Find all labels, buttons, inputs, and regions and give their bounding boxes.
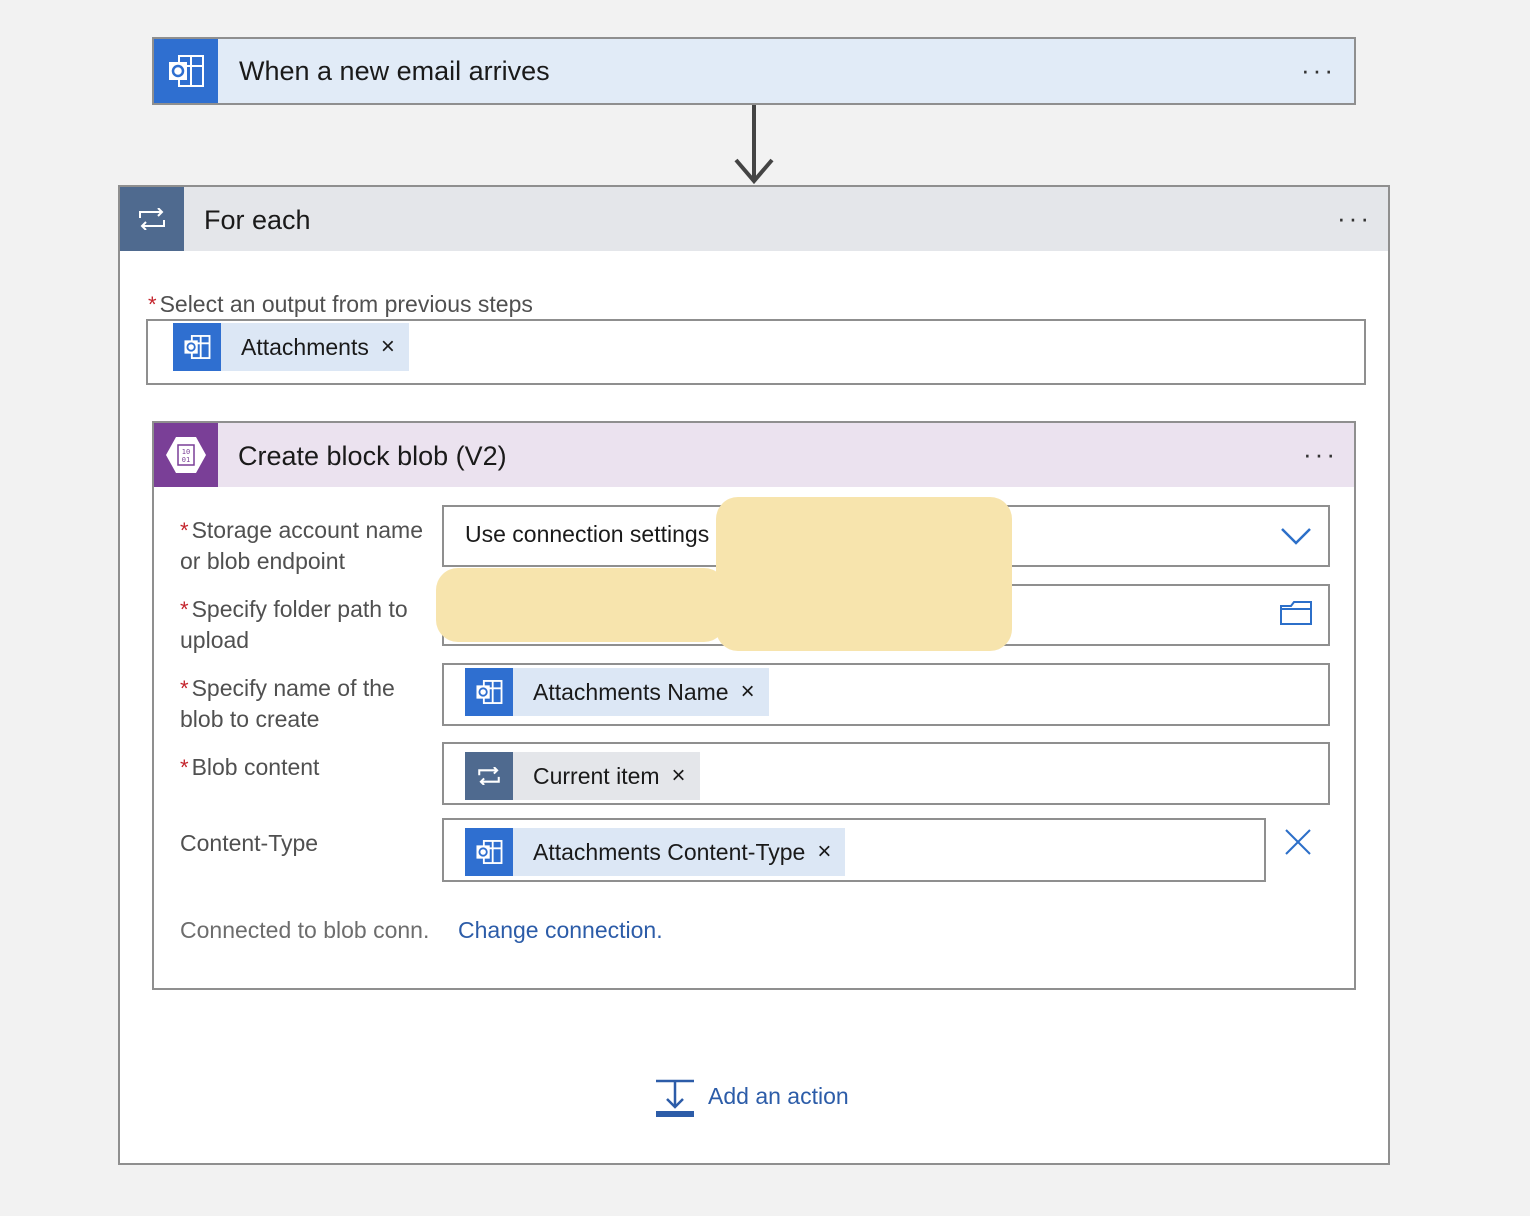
trigger-title: When a new email arrives bbox=[239, 56, 550, 86]
remove-token-button[interactable]: × bbox=[369, 335, 409, 359]
trigger-card[interactable]: When a new email arrives ··· bbox=[152, 37, 1356, 105]
storage-account-value: Use connection settings bbox=[465, 521, 710, 547]
remove-token-button[interactable]: × bbox=[805, 840, 845, 864]
add-action-button[interactable]: Add an action bbox=[654, 1075, 874, 1119]
trigger-more-button[interactable]: ··· bbox=[1301, 57, 1336, 83]
attachments-content-type-token[interactable]: Attachments Content-Type × bbox=[465, 828, 846, 876]
loop-icon bbox=[120, 187, 184, 251]
blob-name-label: * Specify name of the blob to create bbox=[180, 675, 395, 732]
create-block-blob-header[interactable]: 10 01 Create block blob (V2) ··· bbox=[154, 423, 1354, 487]
redacted-area bbox=[716, 497, 1012, 651]
outlook-icon bbox=[173, 323, 221, 371]
required-marker: * bbox=[148, 292, 157, 317]
blob-title: Create block blob (V2) bbox=[238, 441, 507, 471]
for-each-card: For each ··· * Select an output from prev… bbox=[118, 185, 1390, 1165]
attachments-name-token[interactable]: Attachments Name × bbox=[465, 668, 769, 716]
create-block-blob-card: 10 01 Create block blob (V2) ··· * Storag… bbox=[152, 421, 1356, 990]
outlook-icon bbox=[465, 668, 513, 716]
for-each-more-button[interactable]: ··· bbox=[1337, 205, 1372, 231]
token-label: Attachments bbox=[241, 333, 369, 360]
current-item-token[interactable]: Current item × bbox=[465, 752, 700, 800]
for-each-title: For each bbox=[204, 205, 311, 235]
outlook-icon bbox=[154, 39, 218, 103]
content-type-field[interactable]: Attachments Content-Type × bbox=[442, 818, 1266, 882]
outlook-icon bbox=[465, 828, 513, 876]
attachments-token[interactable]: Attachments × bbox=[173, 323, 409, 371]
token-label: Current item bbox=[533, 762, 660, 789]
token-label: Attachments Content-Type bbox=[533, 838, 806, 865]
remove-token-button[interactable]: × bbox=[729, 680, 769, 704]
content-type-label: Content-Type bbox=[180, 830, 319, 856]
blob-more-button[interactable]: ··· bbox=[1303, 441, 1338, 467]
folder-icon[interactable] bbox=[1279, 600, 1313, 626]
add-action-label: Add an action bbox=[708, 1083, 849, 1109]
blob-content-label: * Blob content bbox=[180, 754, 320, 780]
blob-storage-icon: 10 01 bbox=[154, 423, 218, 487]
storage-account-label: * Storage account name or blob endpoint bbox=[180, 517, 423, 574]
folder-path-label: * Specify folder path to upload bbox=[180, 596, 408, 653]
add-action-icon bbox=[656, 1079, 694, 1117]
blob-name-field[interactable]: Attachments Name × bbox=[442, 663, 1330, 726]
close-icon[interactable] bbox=[1284, 828, 1312, 856]
redacted-area bbox=[436, 568, 726, 642]
select-output-label: * Select an output from previous steps bbox=[148, 291, 533, 317]
arrow-down-icon bbox=[734, 158, 774, 185]
svg-text:10: 10 bbox=[182, 448, 190, 456]
for-each-header[interactable]: For each ··· bbox=[120, 187, 1388, 251]
token-label: Attachments Name bbox=[533, 678, 729, 705]
chevron-down-icon[interactable] bbox=[1280, 527, 1312, 545]
change-connection-link[interactable]: Change connection. bbox=[458, 917, 663, 944]
loop-icon bbox=[465, 752, 513, 800]
connected-text: Connected to blob conn. bbox=[180, 917, 430, 943]
svg-text:01: 01 bbox=[182, 456, 190, 464]
select-output-field[interactable]: Attachments × bbox=[146, 319, 1366, 385]
remove-token-button[interactable]: × bbox=[660, 764, 700, 788]
blob-content-field[interactable]: Current item × bbox=[442, 742, 1330, 805]
